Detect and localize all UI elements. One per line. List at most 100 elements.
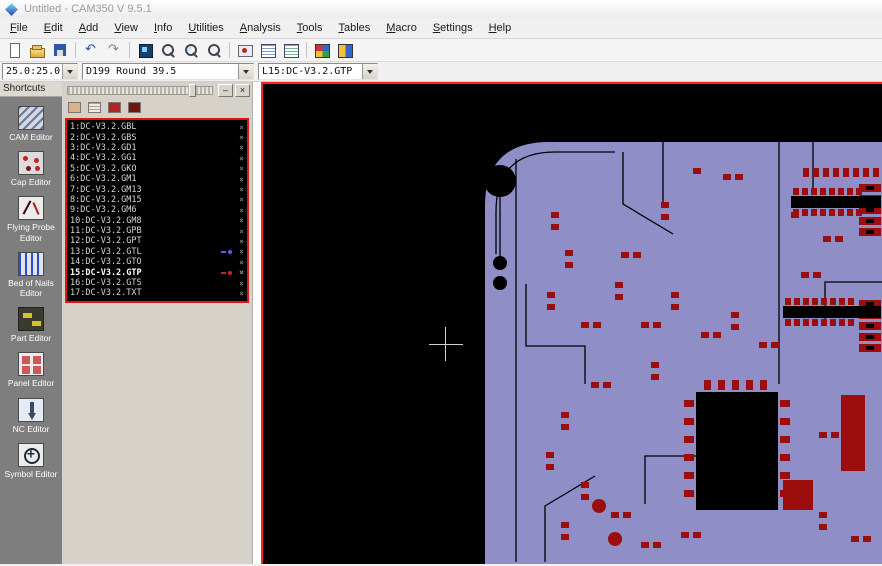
layer-hide-toggle[interactable]: × (239, 175, 244, 184)
layer-name: 10:DC-V3.2.GM8 (70, 216, 221, 226)
layer-row[interactable]: 7:DC-V3.2.GM13 × (67, 184, 247, 194)
toolbar-button[interactable] (234, 40, 256, 60)
layer-color-marks (221, 281, 232, 285)
layer-color-marks (221, 250, 232, 254)
sidebar-item-cap-editor[interactable]: Cap Editor (0, 151, 62, 187)
layer-hide-toggle[interactable]: × (239, 216, 244, 225)
menu-item-tables[interactable]: Tables (330, 19, 378, 37)
sidebar-item-label: Symbol Editor (2, 469, 60, 479)
layer-row[interactable]: 16:DC-V3.2.GTS × (67, 278, 247, 288)
menu-item-settings[interactable]: Settings (425, 19, 481, 37)
layer-row[interactable]: 8:DC-V3.2.GM15 × (67, 195, 247, 205)
layer-row[interactable]: 4:DC-V3.2.GG1 × (67, 153, 247, 163)
layer-row[interactable]: 14:DC-V3.2.GTO × (67, 257, 247, 267)
dropdown-arrow-icon[interactable] (238, 64, 253, 79)
sidebar-item-part-editor[interactable]: Part Editor (0, 307, 62, 343)
sidebar-item-bed-of-nails-editor[interactable]: Bed of Nails Editor (0, 252, 62, 298)
toolbar-button[interactable] (134, 40, 156, 60)
shortcuts-sidebar: Shortcuts CAM Editor Cap Editor Flying P… (0, 82, 62, 564)
layer-row[interactable]: 11:DC-V3.2.GPB × (67, 226, 247, 236)
transparency-slider[interactable] (67, 86, 213, 95)
menu-item-utilities[interactable]: Utilities (180, 19, 231, 37)
toolbar-button[interactable] (80, 40, 102, 60)
layer-row[interactable]: 15:DC-V3.2.GTP × (67, 267, 247, 277)
layer-row[interactable]: 1:DC-V3.2.GBL × (67, 122, 247, 132)
sidebar-item-symbol-editor[interactable]: Symbol Editor (0, 443, 62, 479)
panel-toolbar-button[interactable] (106, 100, 123, 115)
layers-panel-header: – × (62, 82, 252, 98)
menu-item-macro[interactable]: Macro (378, 19, 425, 37)
toolbar-button[interactable] (334, 40, 356, 60)
toolbar-button[interactable] (157, 40, 179, 60)
active-layer-combo[interactable]: L15:DC-V3.2.GTP (258, 63, 378, 80)
menu-item-help[interactable]: Help (481, 19, 520, 37)
dropdown-arrow-icon[interactable] (362, 64, 377, 79)
layer-hide-toggle[interactable]: × (239, 185, 244, 194)
layer-hide-toggle[interactable]: × (239, 195, 244, 204)
sidebar-item-flying-probe-editor[interactable]: Flying Probe Editor (0, 196, 62, 242)
layer-hide-toggle[interactable]: × (239, 123, 244, 132)
menu-item-add[interactable]: Add (71, 19, 107, 37)
dropdown-arrow-icon[interactable] (62, 64, 77, 79)
film-settings-icon (337, 42, 353, 58)
layer-name: 16:DC-V3.2.GTS (70, 278, 221, 288)
sidebar-item-label: Panel Editor (2, 378, 60, 388)
layer-row[interactable]: 17:DC-V3.2.TXT × (67, 288, 247, 298)
slider-thumb[interactable] (189, 84, 196, 97)
menu-item-tools[interactable]: Tools (289, 19, 331, 37)
sidebar-item-nc-editor[interactable]: NC Editor (0, 398, 62, 434)
layer-hide-toggle[interactable]: × (239, 247, 244, 256)
toolbar-button[interactable] (49, 40, 71, 60)
panel-toolbar-button[interactable] (66, 100, 83, 115)
sidebar-item-cam-editor[interactable]: CAM Editor (0, 106, 62, 142)
layer-hide-toggle[interactable]: × (239, 268, 244, 277)
toolbar-button[interactable] (280, 40, 302, 60)
layer-row[interactable]: 3:DC-V3.2.GD1 × (67, 143, 247, 153)
layer-row[interactable]: 10:DC-V3.2.GM8 × (67, 216, 247, 226)
layer-hide-toggle[interactable]: × (239, 164, 244, 173)
layer-hide-toggle[interactable]: × (239, 227, 244, 236)
dcode-combo[interactable]: D199 Round 39.5 (82, 63, 254, 80)
menu-item-info[interactable]: Info (146, 19, 180, 37)
layers-on-icon (108, 102, 121, 113)
panel-resize-gutter[interactable] (253, 82, 261, 564)
layer-name: 4:DC-V3.2.GG1 (70, 153, 221, 163)
panel-toolbar-button[interactable] (86, 100, 103, 115)
toolbar-separator (129, 42, 130, 58)
toolbar-button[interactable] (180, 40, 202, 60)
layer-row[interactable]: 2:DC-V3.2.GBS × (67, 132, 247, 142)
menu-item-edit[interactable]: Edit (36, 19, 71, 37)
layer-row[interactable]: 9:DC-V3.2.GM6 × (67, 205, 247, 215)
layer-hide-toggle[interactable]: × (239, 289, 244, 298)
layer-hide-toggle[interactable]: × (239, 258, 244, 267)
layer-row[interactable]: 6:DC-V3.2.GM1 × (67, 174, 247, 184)
toolbar-button[interactable] (3, 40, 25, 60)
toolbar-button[interactable] (103, 40, 125, 60)
layer-row[interactable]: 12:DC-V3.2.GPT × (67, 236, 247, 246)
toolbar-button[interactable] (26, 40, 48, 60)
redo-icon (106, 42, 122, 58)
layer-hide-toggle[interactable]: × (239, 206, 244, 215)
panel-minimize-button[interactable]: – (218, 84, 233, 97)
menu-item-file[interactable]: File (2, 19, 36, 37)
sidebar-item-panel-editor[interactable]: Panel Editor (0, 352, 62, 388)
panel-close-button[interactable]: × (235, 84, 250, 97)
toolbar-button[interactable] (311, 40, 333, 60)
menu-item-view[interactable]: View (106, 19, 146, 37)
layer-hide-toggle[interactable]: × (239, 154, 244, 163)
layer-color-marks (221, 156, 232, 160)
menu-item-analysis[interactable]: Analysis (232, 19, 289, 37)
layer-row[interactable]: 13:DC-V3.2.GTL × (67, 247, 247, 257)
grid-combo[interactable]: 25.0:25.0 (2, 63, 78, 80)
layer-hide-toggle[interactable]: × (239, 133, 244, 142)
layer-name: 13:DC-V3.2.GTL (70, 247, 221, 257)
pcb-canvas[interactable] (261, 82, 882, 564)
toolbar-button[interactable] (257, 40, 279, 60)
layer-hide-toggle[interactable]: × (239, 279, 244, 288)
toolbar-button[interactable] (203, 40, 225, 60)
layer-hide-toggle[interactable]: × (239, 237, 244, 246)
crosshair-cursor (445, 327, 446, 361)
layer-hide-toggle[interactable]: × (239, 143, 244, 152)
panel-toolbar-button[interactable] (126, 100, 143, 115)
layer-row[interactable]: 5:DC-V3.2.GKO × (67, 164, 247, 174)
